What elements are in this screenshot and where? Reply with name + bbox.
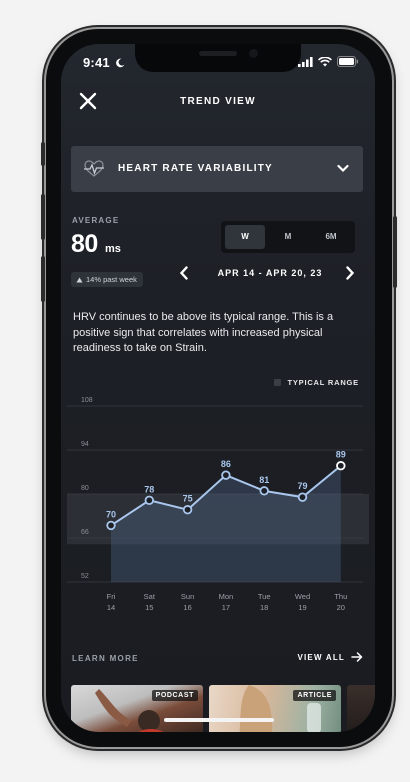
data-point bbox=[336, 461, 346, 471]
x-tick-date: 19 bbox=[298, 603, 306, 612]
x-tick-date: 15 bbox=[145, 603, 153, 612]
tab-six-months[interactable]: 6M bbox=[311, 225, 351, 249]
x-tick-day: Sun bbox=[181, 592, 194, 601]
data-point bbox=[221, 470, 231, 480]
data-label: 86 bbox=[221, 459, 231, 469]
data-point bbox=[259, 486, 269, 496]
wifi-icon bbox=[318, 56, 332, 67]
chevron-down-icon bbox=[337, 164, 349, 173]
page-title: TREND VIEW bbox=[180, 96, 256, 107]
status-icons bbox=[298, 56, 359, 67]
arrow-up-icon bbox=[76, 277, 83, 282]
view-all-label: VIEW ALL bbox=[297, 652, 345, 662]
battery-icon bbox=[337, 56, 359, 67]
phone-volume-up bbox=[41, 194, 45, 240]
status-time-text: 9:41 bbox=[83, 55, 110, 70]
data-label: 70 bbox=[106, 509, 116, 519]
chart-legend: TYPICAL RANGE bbox=[274, 378, 359, 387]
next-range-button[interactable] bbox=[345, 266, 355, 285]
chevron-left-icon bbox=[179, 266, 188, 280]
app-screen: 9:41 TREND VIEW HEART RATE VARIABILITY A… bbox=[61, 44, 375, 732]
average-label: AVERAGE bbox=[72, 216, 120, 225]
x-tick-day: Sat bbox=[144, 592, 156, 601]
metric-label: HEART RATE VARIABILITY bbox=[118, 163, 273, 174]
legend-label: TYPICAL RANGE bbox=[287, 378, 359, 387]
x-tick-date: 18 bbox=[260, 603, 268, 612]
podcast-card[interactable]: PODCAST bbox=[71, 685, 203, 732]
previous-range-button[interactable] bbox=[179, 266, 189, 285]
notch bbox=[135, 44, 301, 72]
x-tick-date: 16 bbox=[183, 603, 191, 612]
data-point bbox=[106, 520, 116, 531]
metric-selector[interactable]: HEART RATE VARIABILITY bbox=[71, 146, 363, 192]
y-tick-label: 94 bbox=[81, 441, 89, 448]
tab-week[interactable]: W bbox=[225, 225, 265, 249]
change-badge: 14% past week bbox=[71, 272, 143, 287]
x-tick-date: 17 bbox=[222, 603, 230, 612]
x-tick-day: Mon bbox=[219, 592, 234, 601]
hrv-icon bbox=[84, 160, 104, 177]
range-tabs: W M 6M bbox=[221, 221, 355, 253]
chevron-right-icon bbox=[346, 266, 355, 280]
learn-more-label: LEARN MORE bbox=[72, 654, 139, 663]
date-range: APR 14 - APR 20, 23 bbox=[217, 268, 323, 278]
moon-icon bbox=[115, 58, 125, 68]
y-tick-label: 80 bbox=[81, 485, 89, 492]
phone-silent-switch bbox=[41, 142, 45, 166]
data-point bbox=[297, 492, 308, 502]
article-card[interactable]: ARTICLE bbox=[209, 685, 341, 732]
data-label: 89 bbox=[336, 450, 346, 460]
data-label: 81 bbox=[259, 475, 269, 485]
status-time: 9:41 bbox=[83, 55, 125, 70]
x-tick-date: 20 bbox=[337, 603, 345, 612]
data-point bbox=[144, 495, 154, 505]
phone-volume-down bbox=[41, 256, 45, 302]
home-indicator bbox=[164, 718, 274, 722]
hrv-chart: 108 94 80 66 52 70 78 75 86 81 79 89 Fri 14 Sat 15 Sun 16… bbox=[67, 397, 369, 612]
article-tag: ARTICLE bbox=[293, 690, 336, 701]
change-text: 14% past week bbox=[86, 275, 137, 284]
tab-month[interactable]: M bbox=[268, 225, 308, 249]
signal-icon bbox=[298, 56, 313, 67]
arrow-right-icon bbox=[351, 652, 363, 662]
insight-text: HRV continues to be above its typical ra… bbox=[73, 311, 334, 354]
view-all-button[interactable]: VIEW ALL bbox=[297, 652, 363, 662]
y-tick-label: 108 bbox=[81, 397, 93, 404]
x-tick-date: 14 bbox=[107, 603, 115, 612]
x-tick-day: Tue bbox=[258, 592, 271, 601]
x-tick-day: Wed bbox=[295, 592, 310, 601]
x-tick-day: Thu bbox=[334, 592, 347, 601]
x-tick-day: Fri bbox=[107, 592, 116, 601]
data-label: 79 bbox=[297, 481, 307, 491]
data-point bbox=[182, 505, 193, 515]
average-unit: ms bbox=[105, 243, 121, 255]
data-label: 78 bbox=[144, 484, 154, 494]
speaker bbox=[199, 51, 237, 56]
average-value: 80 bbox=[71, 230, 98, 258]
y-tick-label: 66 bbox=[81, 529, 89, 536]
data-label: 75 bbox=[183, 494, 193, 504]
front-camera bbox=[249, 49, 258, 58]
podcast-tag: PODCAST bbox=[151, 690, 198, 701]
next-card-peek[interactable] bbox=[347, 685, 375, 732]
y-tick-label: 52 bbox=[81, 573, 89, 580]
typical-range-swatch bbox=[274, 379, 282, 386]
phone-power-button bbox=[393, 216, 397, 288]
